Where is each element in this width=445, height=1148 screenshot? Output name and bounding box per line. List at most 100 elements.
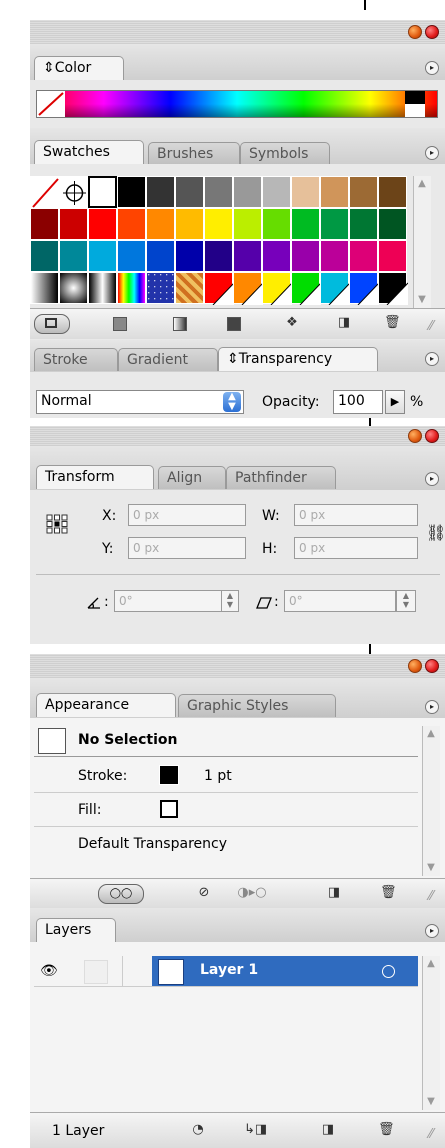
rotate-stepper[interactable]: ▲ ▼ bbox=[221, 590, 239, 612]
fill-swatch[interactable] bbox=[160, 800, 178, 818]
panel-menu-button[interactable]: ▸ bbox=[425, 352, 439, 366]
blend-mode-select[interactable]: Normal ▲ ▼ bbox=[36, 390, 244, 414]
visibility-eye-icon[interactable]: 👁 bbox=[40, 962, 60, 980]
swatch-cell[interactable] bbox=[30, 208, 59, 240]
swatch-cell[interactable] bbox=[117, 240, 146, 272]
minimize-button[interactable] bbox=[408, 25, 422, 39]
appearance-scrollbar[interactable]: ▲ ▼ bbox=[422, 726, 440, 876]
x-input[interactable]: 0 px bbox=[128, 504, 246, 526]
swatch-cell[interactable] bbox=[233, 240, 262, 272]
tab-symbols[interactable]: Symbols bbox=[240, 142, 330, 165]
panel-menu-button[interactable]: ▸ bbox=[425, 700, 439, 714]
swatch-cell[interactable] bbox=[262, 208, 291, 240]
swatch-cell[interactable] bbox=[378, 272, 409, 306]
layers-scrollbar[interactable]: ▲ ▼ bbox=[422, 956, 440, 1110]
black-swatch[interactable] bbox=[405, 91, 425, 104]
none-color-swatch[interactable] bbox=[37, 91, 65, 117]
opacity-slider-button[interactable]: ▶ bbox=[385, 390, 405, 414]
color-spectrum-bar[interactable] bbox=[36, 90, 438, 118]
opacity-input[interactable]: 100 bbox=[333, 390, 383, 414]
swatch-cell[interactable] bbox=[59, 240, 88, 272]
tab-align[interactable]: Align bbox=[158, 466, 226, 489]
swatch-cell[interactable] bbox=[378, 208, 407, 240]
swatch-cell[interactable] bbox=[117, 272, 146, 304]
close-button[interactable] bbox=[425, 659, 439, 673]
layer-row[interactable]: 👁 Layer 1 bbox=[34, 956, 418, 987]
resize-grip-icon[interactable]: ⁄⁄ bbox=[423, 889, 439, 905]
show-swatch-kinds-button[interactable] bbox=[34, 314, 70, 334]
panel-menu-button[interactable]: ▸ bbox=[425, 146, 439, 160]
swatch-cell[interactable] bbox=[233, 176, 262, 208]
reduce-to-basic-appearance-icon[interactable]: ◑▸○ bbox=[232, 885, 272, 901]
swatch-cell[interactable] bbox=[146, 208, 175, 240]
create-new-layer-icon[interactable]: ◨ bbox=[320, 1122, 336, 1138]
tab-gradient[interactable]: Gradient bbox=[118, 348, 218, 371]
tab-brushes[interactable]: Brushes bbox=[148, 142, 240, 165]
swatch-cell[interactable] bbox=[233, 272, 264, 306]
shear-input[interactable]: 0° bbox=[284, 590, 396, 612]
tab-transform[interactable]: Transform bbox=[36, 465, 154, 489]
lock-toggle[interactable] bbox=[84, 960, 108, 984]
swatch-cell[interactable] bbox=[291, 208, 320, 240]
gradient-swatch-icon[interactable] bbox=[172, 315, 188, 333]
appearance-stroke-row[interactable]: Stroke: 1 pt bbox=[34, 758, 418, 793]
target-circle-icon[interactable] bbox=[382, 965, 395, 978]
swatch-cell[interactable] bbox=[320, 240, 349, 272]
create-sublayer-icon[interactable]: ↳◨ bbox=[244, 1122, 267, 1138]
shear-stepper[interactable]: ▲ ▼ bbox=[396, 590, 416, 612]
y-input[interactable]: 0 px bbox=[128, 537, 246, 559]
swatch-cell[interactable] bbox=[146, 240, 175, 272]
new-art-maintains-appearance-button[interactable]: ◯◯ bbox=[98, 884, 144, 904]
swatch-cell[interactable] bbox=[146, 272, 175, 304]
scroll-up-arrow[interactable]: ▲ bbox=[425, 728, 437, 740]
scroll-up-arrow[interactable]: ▲ bbox=[416, 178, 428, 190]
make-clipping-mask-icon[interactable]: ◔ bbox=[190, 1122, 206, 1138]
layer-highlight[interactable]: Layer 1 bbox=[152, 956, 418, 986]
swatch-cell[interactable] bbox=[88, 240, 117, 272]
swatch-cell[interactable] bbox=[175, 272, 204, 304]
trash-icon[interactable]: 🗑 bbox=[384, 315, 401, 331]
swatch-cell[interactable] bbox=[291, 240, 320, 272]
minimize-button[interactable] bbox=[408, 659, 422, 673]
tab-stroke[interactable]: Stroke bbox=[34, 348, 118, 371]
swatch-cell[interactable] bbox=[349, 272, 380, 306]
trash-icon[interactable]: 🗑 bbox=[378, 1122, 395, 1138]
close-button[interactable] bbox=[425, 429, 439, 443]
pattern-swatch-icon[interactable]: ❖ bbox=[284, 315, 300, 331]
appearance-fill-row[interactable]: Fill: bbox=[34, 792, 418, 827]
minimize-button[interactable] bbox=[408, 429, 422, 443]
swatches-scrollbar[interactable]: ▲ ▼ bbox=[413, 176, 431, 308]
swatch-cell[interactable] bbox=[320, 208, 349, 240]
tab-layers[interactable]: Layers bbox=[36, 918, 116, 942]
scroll-down-arrow[interactable]: ▼ bbox=[425, 1096, 437, 1108]
resize-grip-icon[interactable]: ⁄⁄ bbox=[423, 1127, 439, 1143]
reference-point-icon[interactable] bbox=[46, 514, 68, 534]
swatch-cell[interactable] bbox=[349, 240, 378, 272]
palette-titlebar-2[interactable] bbox=[30, 426, 445, 446]
appearance-transparency-row[interactable]: Default Transparency bbox=[34, 826, 418, 860]
swatch-cell[interactable] bbox=[204, 272, 235, 306]
swatch-cell[interactable] bbox=[59, 272, 88, 304]
swatch-cell[interactable] bbox=[262, 240, 291, 272]
swatch-cell[interactable] bbox=[175, 240, 204, 272]
swatch-cell[interactable] bbox=[349, 208, 378, 240]
swatch-options-icon[interactable] bbox=[112, 315, 128, 333]
palette-titlebar-1[interactable] bbox=[30, 20, 445, 44]
swatch-cell[interactable] bbox=[146, 176, 175, 208]
color-swatch-icon[interactable] bbox=[226, 315, 242, 333]
swatch-cell[interactable] bbox=[320, 272, 351, 306]
swatch-cell[interactable] bbox=[262, 176, 291, 208]
appearance-selection-row[interactable]: No Selection bbox=[34, 726, 418, 757]
swatch-cell[interactable] bbox=[30, 176, 59, 208]
rotate-input[interactable]: 0° bbox=[114, 590, 222, 612]
white-swatch[interactable] bbox=[405, 104, 425, 117]
close-button[interactable] bbox=[425, 25, 439, 39]
swatch-cell[interactable] bbox=[378, 240, 407, 272]
palette-titlebar-3[interactable] bbox=[30, 654, 445, 678]
h-input[interactable]: 0 px bbox=[294, 537, 418, 559]
swatch-cell[interactable] bbox=[204, 240, 233, 272]
swatch-cell[interactable] bbox=[378, 176, 407, 208]
swatch-cell[interactable] bbox=[30, 240, 59, 272]
scroll-up-arrow[interactable]: ▲ bbox=[425, 958, 437, 970]
trash-icon[interactable]: 🗑 bbox=[380, 885, 397, 901]
